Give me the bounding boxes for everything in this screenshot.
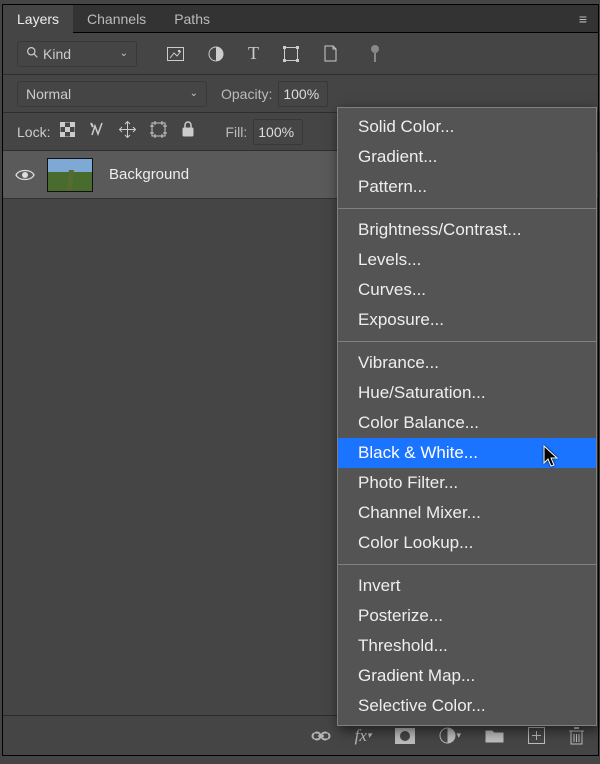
menu-gradient-map[interactable]: Gradient Map... [338, 661, 596, 691]
kind-select[interactable]: Kind ⌄ [17, 41, 137, 67]
fill-input[interactable]: 100% [253, 119, 303, 145]
menu-curves[interactable]: Curves... [338, 275, 596, 305]
filter-row: Kind ⌄ T [3, 33, 598, 75]
adjustment-layer-filter-icon[interactable] [208, 46, 224, 62]
menu-posterize[interactable]: Posterize... [338, 601, 596, 631]
menu-threshold[interactable]: Threshold... [338, 631, 596, 661]
layers-panel: Layers Channels Paths ≡ Kind ⌄ T [2, 4, 599, 756]
smart-object-filter-icon[interactable] [323, 45, 338, 62]
menu-gradient[interactable]: Gradient... [338, 142, 596, 172]
layer-name[interactable]: Background [109, 166, 189, 183]
visibility-toggle-icon[interactable] [3, 168, 47, 182]
shape-layer-filter-icon[interactable] [283, 46, 299, 62]
menu-channel-mixer[interactable]: Channel Mixer... [338, 498, 596, 528]
chevron-down-icon: ⌄ [190, 88, 198, 99]
opacity-input[interactable]: 100% [278, 81, 328, 107]
chevron-down-icon: ⌄ [120, 48, 128, 59]
menu-levels[interactable]: Levels... [338, 245, 596, 275]
panel-menu-icon[interactable]: ≡ [579, 11, 588, 27]
group-icon[interactable] [485, 728, 504, 743]
menu-invert[interactable]: Invert [338, 571, 596, 601]
menu-black-white[interactable]: Black & White... [338, 438, 596, 468]
menu-solid-color[interactable]: Solid Color... [338, 112, 596, 142]
new-layer-icon[interactable] [528, 727, 545, 744]
blend-mode-select[interactable]: Normal ⌄ [17, 81, 207, 107]
type-layer-filter-icon[interactable]: T [248, 43, 259, 64]
adjustment-popup-menu: Solid Color... Gradient... Pattern... Br… [337, 107, 597, 726]
menu-pattern[interactable]: Pattern... [338, 172, 596, 202]
menu-hue-saturation[interactable]: Hue/Saturation... [338, 378, 596, 408]
menu-vibrance[interactable]: Vibrance... [338, 348, 596, 378]
lock-label: Lock: [17, 124, 50, 140]
tab-bar: Layers Channels Paths ≡ [3, 5, 598, 33]
opacity-label: Opacity: [221, 86, 272, 102]
blend-mode-value: Normal [26, 86, 71, 102]
menu-brightness-contrast[interactable]: Brightness/Contrast... [338, 215, 596, 245]
layer-thumbnail[interactable] [47, 158, 93, 192]
lock-image-icon[interactable] [89, 121, 105, 142]
pixel-layer-filter-icon[interactable] [167, 47, 184, 61]
link-layers-icon[interactable] [311, 730, 331, 742]
filter-toggle-icon[interactable] [368, 44, 382, 64]
lock-all-icon[interactable] [181, 121, 195, 142]
menu-photo-filter[interactable]: Photo Filter... [338, 468, 596, 498]
menu-selective-color[interactable]: Selective Color... [338, 691, 596, 721]
lock-artboard-icon[interactable] [150, 121, 167, 143]
search-icon [26, 46, 39, 62]
tab-paths[interactable]: Paths [160, 5, 224, 33]
delete-layer-icon[interactable] [569, 727, 584, 745]
menu-color-lookup[interactable]: Color Lookup... [338, 528, 596, 558]
tab-channels[interactable]: Channels [73, 5, 160, 33]
lock-position-icon[interactable] [119, 121, 136, 143]
layer-style-icon[interactable]: fx▾ [355, 726, 372, 746]
fill-label: Fill: [225, 124, 247, 140]
layer-mask-icon[interactable] [395, 728, 415, 744]
tab-layers[interactable]: Layers [3, 5, 73, 33]
adjustment-layer-icon[interactable]: ▾ [439, 727, 461, 744]
lock-transparent-icon[interactable] [60, 122, 75, 142]
menu-color-balance[interactable]: Color Balance... [338, 408, 596, 438]
menu-exposure[interactable]: Exposure... [338, 305, 596, 335]
kind-label: Kind [43, 46, 71, 62]
